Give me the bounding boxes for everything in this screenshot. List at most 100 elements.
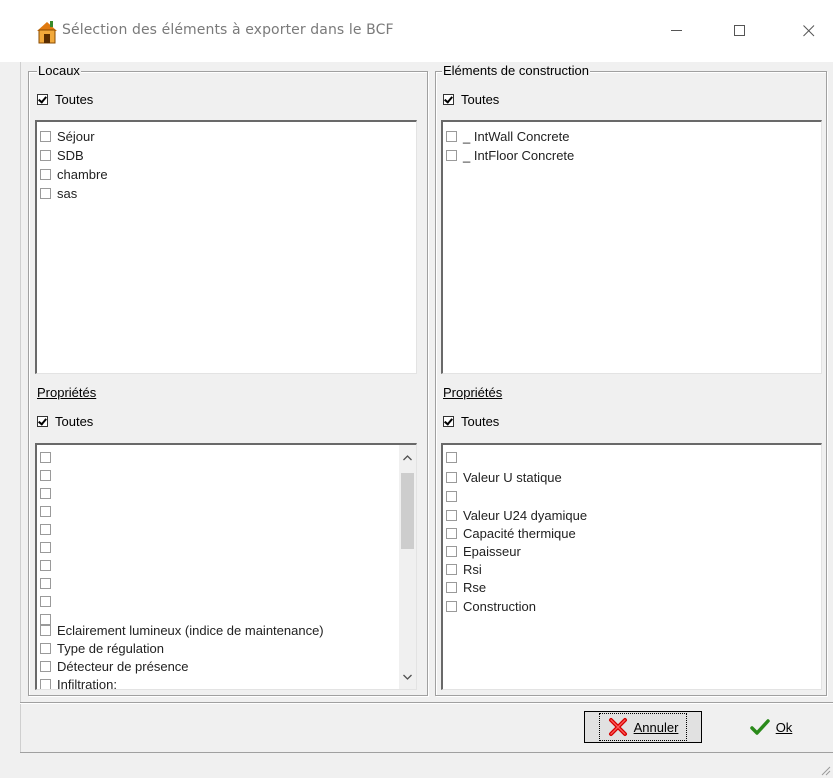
list-item-label: Rse: [463, 579, 487, 595]
checkbox-checked[interactable]: [37, 416, 48, 427]
checkbox[interactable]: [446, 490, 457, 502]
checkbox[interactable]: [40, 595, 51, 607]
checkbox-checked[interactable]: [443, 94, 454, 105]
list-item[interactable]: Eclairement lumineux (indice de maintena…: [40, 621, 324, 639]
list-item[interactable]: _ IntFloor Concrete: [446, 146, 574, 164]
checkbox[interactable]: [40, 523, 51, 535]
list-item[interactable]: [40, 466, 57, 484]
list-item[interactable]: Détecteur de présence: [40, 657, 189, 675]
list-item[interactable]: SDB: [40, 146, 84, 164]
props-right-list[interactable]: Valeur U statique Valeur U24 dyamique Ca…: [441, 443, 822, 690]
checkbox-checked[interactable]: [37, 94, 48, 105]
props-left-select-all-label: Toutes: [55, 414, 94, 429]
checkbox[interactable]: [40, 660, 51, 672]
list-item-label: chambre: [57, 166, 108, 182]
list-item[interactable]: Séjour: [40, 127, 95, 145]
list-item[interactable]: Type de régulation: [40, 639, 164, 657]
list-item[interactable]: Capacité thermique: [446, 524, 576, 542]
props-left-select-all[interactable]: Toutes: [37, 414, 93, 429]
list-item[interactable]: [40, 448, 57, 466]
checkbox[interactable]: [40, 559, 51, 571]
window-title: Sélection des éléments à exporter dans l…: [62, 22, 394, 38]
checkbox[interactable]: [446, 509, 457, 521]
list-item-label: Séjour: [57, 128, 95, 144]
list-item[interactable]: [40, 484, 57, 502]
checkbox[interactable]: [40, 577, 51, 589]
status-bar: [20, 752, 833, 778]
list-item[interactable]: Rsi: [446, 560, 482, 578]
list-item[interactable]: [446, 487, 463, 505]
checkbox[interactable]: [40, 642, 51, 654]
list-item[interactable]: [40, 502, 57, 520]
list-item-label: Epaisseur: [463, 543, 521, 559]
props-right-select-all[interactable]: Toutes: [443, 414, 499, 429]
elements-select-all[interactable]: Toutes: [443, 92, 499, 107]
checkbox[interactable]: [40, 451, 51, 463]
list-item-label: _ IntWall Concrete: [463, 128, 570, 144]
checkbox[interactable]: [446, 451, 457, 463]
list-item[interactable]: _ IntWall Concrete: [446, 127, 569, 145]
props-left-scrollbar[interactable]: [399, 445, 416, 689]
checkbox[interactable]: [40, 624, 51, 636]
list-item[interactable]: sas: [40, 184, 77, 202]
window-left-border: [20, 62, 21, 777]
list-item-label: _ IntFloor Concrete: [463, 147, 575, 163]
locaux-select-all[interactable]: Toutes: [37, 92, 93, 107]
checkbox[interactable]: [40, 168, 51, 180]
checkbox[interactable]: [446, 149, 457, 161]
checkbox[interactable]: [40, 505, 51, 517]
list-item[interactable]: [446, 448, 463, 466]
maximize-icon: [734, 25, 745, 36]
elements-list[interactable]: _ IntWall Concrete _ IntFloor Concrete: [441, 120, 822, 374]
list-item[interactable]: [40, 538, 57, 556]
scroll-thumb[interactable]: [401, 473, 414, 549]
checkbox[interactable]: [446, 545, 457, 557]
list-item[interactable]: [40, 520, 57, 538]
checkbox[interactable]: [40, 469, 51, 481]
list-item[interactable]: Infiltration:: [40, 675, 117, 689]
checkbox[interactable]: [40, 187, 51, 199]
checkbox[interactable]: [40, 678, 51, 689]
props-left-title: Propriétés: [37, 385, 97, 400]
checkbox[interactable]: [446, 600, 457, 612]
chevron-down-icon: [403, 674, 412, 680]
list-item[interactable]: Valeur U24 dyamique: [446, 506, 587, 524]
resize-grip-icon[interactable]: [819, 764, 831, 776]
maximize-button[interactable]: [717, 14, 763, 48]
locaux-list[interactable]: Séjour SDB chambre sas: [35, 120, 417, 374]
cancel-button[interactable]: Annuler: [584, 711, 702, 743]
list-item[interactable]: [40, 556, 57, 574]
checkbox-checked[interactable]: [443, 416, 454, 427]
list-item[interactable]: Rse: [446, 578, 486, 596]
list-item[interactable]: [40, 574, 57, 592]
checkbox[interactable]: [446, 130, 457, 142]
minimize-button[interactable]: [654, 14, 700, 48]
list-item[interactable]: [40, 592, 57, 610]
ok-button[interactable]: Ok: [726, 711, 816, 743]
scroll-up-arrow-icon[interactable]: [399, 449, 416, 466]
house-app-icon: [37, 21, 57, 44]
list-item[interactable]: Valeur U statique: [446, 468, 562, 486]
list-item-label: Capacité thermique: [463, 525, 576, 541]
locaux-group-title: Locaux: [37, 63, 81, 78]
props-left-list[interactable]: Eclairement lumineux (indice de maintena…: [35, 443, 417, 690]
elements-group-title: Eléments de construction: [442, 63, 590, 78]
footer-separator-highlight: [20, 703, 833, 704]
close-button[interactable]: [786, 14, 832, 48]
title-bar: Sélection des éléments à exporter dans l…: [0, 0, 833, 62]
list-item[interactable]: chambre: [40, 165, 108, 183]
list-item-label: SDB: [57, 147, 84, 163]
checkbox[interactable]: [40, 541, 51, 553]
list-item[interactable]: Construction: [446, 597, 536, 615]
checkbox[interactable]: [40, 130, 51, 142]
list-item[interactable]: Epaisseur: [446, 542, 521, 560]
checkbox[interactable]: [446, 581, 457, 593]
props-right-select-all-label: Toutes: [461, 414, 500, 429]
scroll-down-arrow-icon[interactable]: [399, 668, 416, 685]
checkbox[interactable]: [40, 149, 51, 161]
list-item-label: Détecteur de présence: [57, 658, 189, 674]
checkbox[interactable]: [446, 563, 457, 575]
checkbox[interactable]: [446, 471, 457, 483]
checkbox[interactable]: [40, 487, 51, 499]
checkbox[interactable]: [446, 527, 457, 539]
